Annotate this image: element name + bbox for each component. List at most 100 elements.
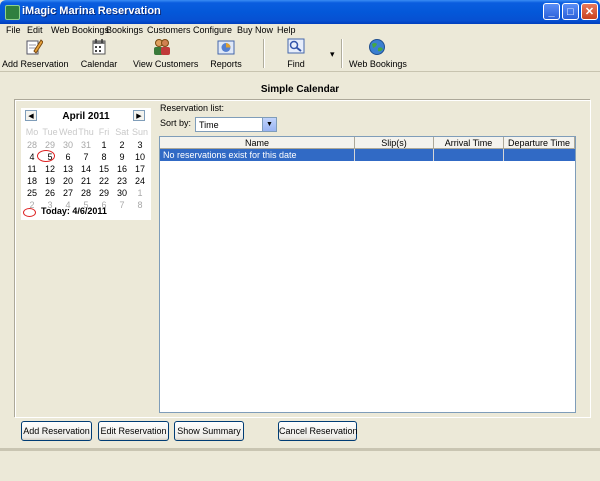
empty-message-cell: No reservations exist for this date xyxy=(160,149,355,161)
calendar-day[interactable]: 7 xyxy=(113,199,131,211)
globe-icon xyxy=(369,39,385,55)
calendar-day[interactable]: 19 xyxy=(41,175,59,187)
show-summary-button[interactable]: Show Summary xyxy=(174,421,244,441)
calendar-day[interactable]: 21 xyxy=(77,175,95,187)
calendar-day[interactable]: 30 xyxy=(113,187,131,199)
calendar-day[interactable]: 23 xyxy=(113,175,131,187)
toolbar-add-reservation-label: Add Reservation xyxy=(2,59,69,69)
sort-by-select[interactable]: Time ▼ xyxy=(195,117,277,132)
calendar-day[interactable]: 20 xyxy=(59,175,77,187)
find-icon xyxy=(287,38,305,54)
customers-icon xyxy=(154,39,170,55)
toolbar-separator xyxy=(263,39,265,68)
title-bar: iMagic Marina Reservation _ □ ✕ xyxy=(0,0,600,24)
sort-by-label: Sort by: xyxy=(160,118,192,128)
calendar-day[interactable]: 26 xyxy=(41,187,59,199)
today-link[interactable]: Today: 4/6/2011 xyxy=(41,206,107,216)
chevron-down-icon[interactable]: ▼ xyxy=(262,118,276,131)
toolbar-reports-label: Reports xyxy=(210,59,242,69)
menu-edit[interactable]: Edit xyxy=(27,24,43,36)
calendar-month-title: April 2011 xyxy=(62,111,110,122)
today-marker-icon xyxy=(23,208,36,217)
day-of-week-header: Sun xyxy=(131,127,148,137)
table-row[interactable]: No reservations exist for this date xyxy=(160,149,575,161)
calendar-day[interactable]: 3 xyxy=(131,139,149,151)
calendar-day[interactable]: 15 xyxy=(95,163,113,175)
toolbar-web-bookings-button[interactable]: Web Bookings xyxy=(349,38,407,69)
app-icon xyxy=(5,5,20,20)
toolbar-separator xyxy=(341,39,343,68)
reports-chart-icon xyxy=(217,40,235,55)
calendar-day[interactable]: 14 xyxy=(77,163,95,175)
cancel-reservation-button[interactable]: Cancel Reservation xyxy=(278,421,358,441)
toolbar-calendar-button[interactable]: Calendar xyxy=(79,38,119,69)
day-of-week-header: Wed xyxy=(59,127,78,137)
calendar-day-today[interactable]: 6 xyxy=(59,151,77,163)
column-header-arrival-time[interactable]: Arrival Time xyxy=(434,137,504,149)
menu-buy-now[interactable]: Buy Now xyxy=(237,24,273,36)
toolbar: Add Reservation Calendar View Customers … xyxy=(0,36,600,72)
calendar-day[interactable]: 11 xyxy=(23,163,41,175)
edit-reservation-button[interactable]: Edit Reservation xyxy=(98,421,169,441)
calendar-day[interactable]: 18 xyxy=(23,175,41,187)
calendar-day[interactable]: 1 xyxy=(131,187,149,199)
calendar-day[interactable]: 8 xyxy=(131,199,149,211)
toolbar-find-label: Find xyxy=(287,59,305,69)
close-button[interactable]: ✕ xyxy=(581,3,598,20)
menu-file[interactable]: File xyxy=(6,24,21,36)
day-of-week-header: Sat xyxy=(115,127,129,137)
column-header-name[interactable]: Name xyxy=(160,137,355,149)
calendar-day[interactable]: 28 xyxy=(77,187,95,199)
menu-bar: File Edit Web Bookings Bookings Customer… xyxy=(0,24,600,36)
calendar-day[interactable]: 24 xyxy=(131,175,149,187)
menu-customers[interactable]: Customers xyxy=(147,24,191,36)
calendar-day[interactable]: 7 xyxy=(77,151,95,163)
toolbar-add-reservation-button[interactable]: Add Reservation xyxy=(2,38,69,69)
menu-web-bookings[interactable]: Web Bookings xyxy=(51,24,109,36)
add-reservation-button[interactable]: Add Reservation xyxy=(21,421,92,441)
status-bar xyxy=(0,452,600,481)
calendar-day[interactable]: 10 xyxy=(131,151,149,163)
calendar-day[interactable]: 9 xyxy=(113,151,131,163)
bottom-divider xyxy=(0,448,600,451)
prev-month-button[interactable]: ◀ xyxy=(25,110,37,121)
find-dropdown-arrow-icon[interactable]: ▾ xyxy=(330,49,335,60)
toolbar-calendar-label: Calendar xyxy=(80,59,118,69)
calendar-day[interactable]: 29 xyxy=(95,187,113,199)
menu-bookings[interactable]: Bookings xyxy=(106,24,143,36)
calendar-day[interactable]: 28 xyxy=(23,139,41,151)
calendar-day[interactable]: 27 xyxy=(59,187,77,199)
menu-help[interactable]: Help xyxy=(277,24,296,36)
pencil-note-icon xyxy=(26,39,43,55)
page-title: Simple Calendar xyxy=(260,84,340,95)
reservation-table[interactable]: Name Slip(s) Arrival Time Departure Time… xyxy=(159,136,576,413)
column-header-departure-time[interactable]: Departure Time xyxy=(504,137,575,149)
calendar-day[interactable]: 17 xyxy=(131,163,149,175)
day-of-week-header: Fri xyxy=(98,127,110,137)
calendar-day[interactable]: 13 xyxy=(59,163,77,175)
calendar-day[interactable]: 22 xyxy=(95,175,113,187)
calendar-day[interactable]: 12 xyxy=(41,163,59,175)
toolbar-view-customers-button[interactable]: View Customers xyxy=(133,38,198,69)
calendar-day[interactable]: 2 xyxy=(113,139,131,151)
minimize-button[interactable]: _ xyxy=(543,3,560,20)
window-title: iMagic Marina Reservation xyxy=(22,5,161,17)
column-header-slips[interactable]: Slip(s) xyxy=(355,137,434,149)
table-cell xyxy=(355,149,434,161)
calendar-day[interactable]: 16 xyxy=(113,163,131,175)
calendar-day[interactable]: 30 xyxy=(59,139,77,151)
toolbar-find-button[interactable]: Find xyxy=(281,38,311,69)
day-of-week-header: Mo xyxy=(25,127,39,137)
toolbar-reports-button[interactable]: Reports xyxy=(209,38,243,69)
calendar-day[interactable]: 8 xyxy=(95,151,113,163)
next-month-button[interactable]: ▶ xyxy=(133,110,145,121)
reservation-list-label: Reservation list: xyxy=(160,103,225,113)
calendar-day[interactable]: 25 xyxy=(23,187,41,199)
menu-configure[interactable]: Configure xyxy=(193,24,232,36)
month-calendar: ◀ April 2011 ▶ Mo Tue Wed Thu Fri Sat Su… xyxy=(21,108,151,220)
maximize-button[interactable]: □ xyxy=(562,3,579,20)
table-cell xyxy=(434,149,504,161)
table-cell xyxy=(504,149,575,161)
calendar-day[interactable]: 1 xyxy=(95,139,113,151)
calendar-day[interactable]: 31 xyxy=(77,139,95,151)
